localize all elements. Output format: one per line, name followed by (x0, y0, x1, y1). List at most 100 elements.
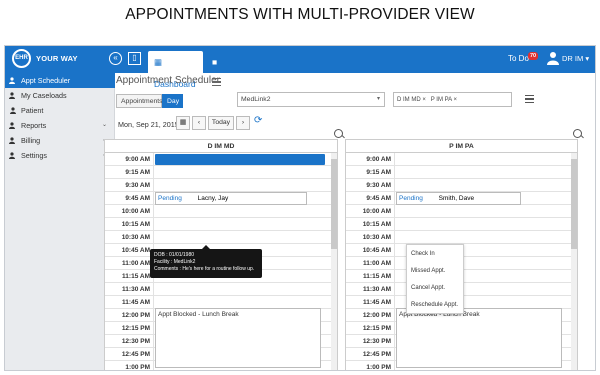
slot-cell[interactable] (153, 205, 331, 218)
calendar-icon[interactable]: ▦ (176, 116, 190, 130)
slot-cell[interactable] (394, 231, 571, 244)
users-icon (9, 77, 15, 84)
appointment-status: Pending (399, 195, 423, 202)
today-button[interactable]: Today (208, 116, 234, 130)
providers-select[interactable]: D IM MD × P IM PA × (393, 92, 512, 107)
sidebar-item-label: Billing (21, 136, 41, 145)
time-label: 9:30 AM (366, 182, 391, 189)
chevron-down-icon: ⌄ (101, 122, 107, 128)
next-day-button[interactable]: › (236, 116, 250, 130)
time-label: 11:45 AM (363, 299, 391, 306)
todo-link[interactable]: To Do (508, 54, 529, 63)
scrollbar[interactable] (571, 153, 577, 370)
time-label: 9:15 AM (366, 169, 391, 176)
provider-chip-label: D IM MD (397, 97, 421, 103)
slot-cell[interactable] (153, 231, 331, 244)
time-slot-row[interactable]: 9:15 AM (105, 166, 331, 179)
menu-item-missed-appt[interactable]: Missed Appt. (411, 268, 445, 274)
provider-chip-label: P IM PA (430, 97, 452, 103)
scrollbar[interactable] (331, 153, 337, 370)
provider-chip[interactable]: P IM PA × (431, 94, 457, 107)
time-label: 10:00 AM (121, 208, 150, 215)
logo-mark: EHR (12, 49, 31, 68)
zoom-icon[interactable] (573, 129, 582, 138)
slot-cell[interactable] (153, 166, 331, 179)
user-avatar-icon[interactable] (547, 51, 559, 65)
scrollbar-thumb[interactable] (331, 159, 337, 249)
menu-icon[interactable] (212, 78, 221, 86)
slot-cell[interactable] (394, 166, 571, 179)
appointment-patient: Lacny, Jay (197, 195, 229, 202)
slot-cell[interactable] (153, 283, 331, 296)
time-slot-row[interactable]: 9:30 AM (105, 179, 331, 192)
time-label: 10:30 AM (362, 234, 391, 241)
menu-item-reschedule-appt[interactable]: Reschedule Appt. (411, 302, 458, 308)
user-menu[interactable]: DR IM ▾ (562, 54, 589, 63)
time-slot-row[interactable]: 10:00 AM (105, 205, 331, 218)
time-label: 12:45 PM (121, 351, 150, 358)
time-slot-row[interactable]: 9:00 AM (346, 153, 571, 166)
appointment-block[interactable]: Pending Smith, Dave (396, 192, 521, 205)
slot-cell[interactable] (394, 179, 571, 192)
menu-item-cancel-appt[interactable]: Cancel Appt. (411, 285, 445, 291)
time-slot-row[interactable]: 10:00 AM (346, 205, 571, 218)
tab-inbox[interactable]: ■ Inbox (206, 51, 246, 89)
collapse-menu-icon[interactable]: « (109, 52, 122, 65)
refresh-icon[interactable]: ⟳ (254, 115, 262, 126)
time-slot-row[interactable]: 10:15 AM (346, 218, 571, 231)
facility-select[interactable]: MedLink2 ▾ (237, 92, 385, 107)
top-bar: EHR YOUR WAY « ▯ ▦ Dashboard ■ Inbox To … (5, 46, 595, 89)
slot-cell[interactable] (394, 218, 571, 231)
current-date: Mon, Sep 21, 2015 (118, 120, 179, 129)
sidebar-item-billing[interactable]: Billing ⌄ (5, 133, 115, 148)
caret-down-icon: ▾ (376, 96, 380, 102)
sidebar-item-appt-scheduler[interactable]: Appt Scheduler (5, 73, 115, 88)
tab-dashboard[interactable]: ▦ Dashboard (148, 51, 203, 89)
time-label: 9:00 AM (125, 156, 150, 163)
time-slot-row[interactable]: 10:30 AM (346, 231, 571, 244)
zoom-icon[interactable] (334, 129, 343, 138)
slot-cell[interactable] (153, 179, 331, 192)
time-slot-row[interactable]: 10:15 AM (105, 218, 331, 231)
provider-chip[interactable]: D IM MD × (397, 94, 426, 107)
scrollbar-thumb[interactable] (571, 159, 577, 249)
appointment-patient: Smith, Dave (438, 195, 475, 202)
appointments-view-button[interactable]: Appointments (116, 94, 163, 108)
time-label: 12:15 PM (362, 325, 391, 332)
options-menu-icon[interactable] (525, 95, 534, 103)
slot-cell[interactable] (153, 218, 331, 231)
time-slot-row[interactable]: 9:30 AM (346, 179, 571, 192)
slot-cell[interactable] (394, 153, 571, 166)
time-label: 11:30 AM (363, 286, 391, 293)
time-slot-row[interactable]: 10:30 AM (105, 231, 331, 244)
sidebar-item-reports[interactable]: Reports ⌄ (5, 118, 115, 133)
time-slot-row[interactable]: 11:30 AM (105, 283, 331, 296)
layout-icon[interactable]: ▯ (128, 52, 141, 65)
sidebar-item-label: Reports (21, 121, 47, 130)
day-view-button[interactable]: Day (162, 94, 183, 108)
menu-item-check-in[interactable]: Check In (411, 251, 435, 257)
app-window: EHR YOUR WAY « ▯ ▦ Dashboard ■ Inbox To … (4, 45, 596, 371)
slot-cell[interactable] (394, 205, 571, 218)
prev-day-button[interactable]: ‹ (192, 116, 206, 130)
facility-value: MedLink2 (241, 96, 271, 103)
blocked-slot[interactable]: Appt Blocked - Lunch Break (155, 308, 321, 368)
appointment-block[interactable]: Pending Lacny, Jay (155, 192, 307, 205)
blocked-slot[interactable]: Appt Blocked - Lunch Break (396, 308, 562, 368)
time-slot-row[interactable]: 9:15 AM (346, 166, 571, 179)
provider-header: P IM PA (346, 140, 577, 153)
page-title: APPOINTMENTS WITH MULTI-PROVIDER VIEW (125, 6, 475, 23)
provider-header: D IM MD (105, 140, 337, 153)
sidebar-item-label: Patient (21, 106, 44, 115)
time-label: 9:30 AM (125, 182, 150, 189)
selected-slot[interactable] (155, 154, 325, 165)
appointment-status: Pending (158, 195, 182, 202)
sidebar-item-settings[interactable]: Settings ⌄ (5, 148, 115, 163)
time-label: 12:00 PM (121, 312, 150, 319)
time-label: 11:15 AM (122, 273, 150, 280)
sidebar-item-patient[interactable]: Patient (5, 103, 115, 118)
time-label: 11:15 AM (363, 273, 391, 280)
sidebar-item-label: My Caseloads (21, 91, 67, 100)
sidebar-item-my-caseloads[interactable]: My Caseloads (5, 88, 115, 103)
time-label: 11:00 AM (122, 260, 150, 267)
